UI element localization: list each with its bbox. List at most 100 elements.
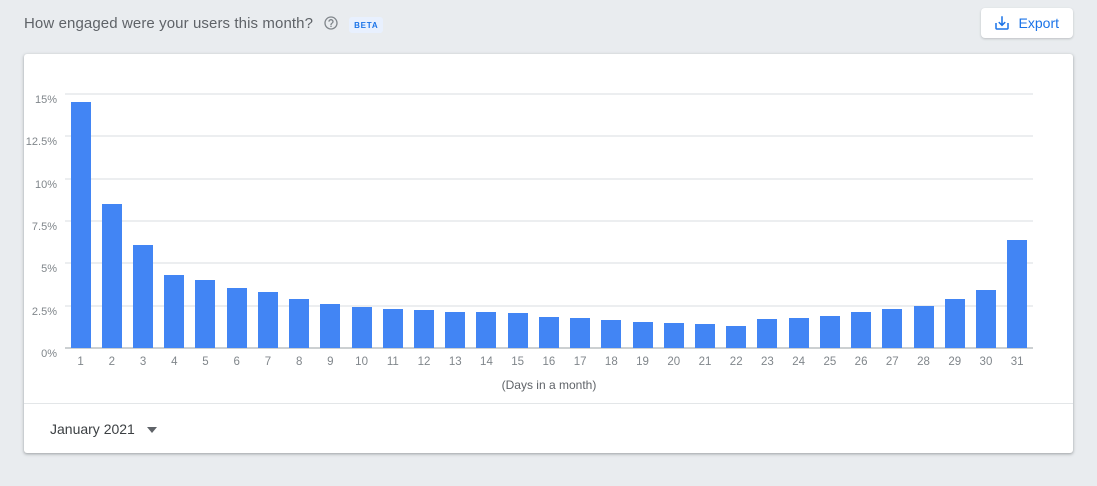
bar-day-26[interactable] bbox=[851, 312, 871, 348]
bar-day-25[interactable] bbox=[820, 316, 840, 348]
y-tick-label: 15% bbox=[17, 94, 57, 106]
bar-slot bbox=[502, 94, 533, 348]
bar-slot bbox=[65, 94, 96, 348]
x-tick-label: 2 bbox=[96, 356, 127, 368]
bar-day-31[interactable] bbox=[1007, 240, 1027, 348]
x-axis-ticks: 1234567891011121314151617181920212223242… bbox=[65, 356, 1033, 368]
bar-slot bbox=[752, 94, 783, 348]
x-tick-label: 19 bbox=[627, 356, 658, 368]
header: How engaged were your users this month? … bbox=[0, 0, 1097, 46]
x-tick-label: 22 bbox=[721, 356, 752, 368]
bar-slot bbox=[533, 94, 564, 348]
bar-day-1[interactable] bbox=[71, 102, 91, 348]
bar-day-28[interactable] bbox=[914, 306, 934, 348]
bar-slot bbox=[721, 94, 752, 348]
bar-day-20[interactable] bbox=[664, 323, 684, 348]
bar-day-2[interactable] bbox=[102, 204, 122, 348]
y-tick-label: 0% bbox=[17, 348, 57, 360]
bar-slot bbox=[440, 94, 471, 348]
y-tick-label: 5% bbox=[17, 263, 57, 275]
bar-day-23[interactable] bbox=[757, 319, 777, 348]
bar-slot bbox=[814, 94, 845, 348]
x-tick-label: 14 bbox=[471, 356, 502, 368]
bar-day-18[interactable] bbox=[601, 320, 621, 348]
export-label: Export bbox=[1019, 15, 1059, 31]
bar-slot bbox=[783, 94, 814, 348]
x-tick-label: 25 bbox=[814, 356, 845, 368]
bar-day-12[interactable] bbox=[414, 310, 434, 348]
bar-day-24[interactable] bbox=[789, 318, 809, 348]
x-tick-label: 20 bbox=[658, 356, 689, 368]
x-tick-label: 7 bbox=[252, 356, 283, 368]
bar-day-9[interactable] bbox=[320, 304, 340, 348]
bar-slot bbox=[1002, 94, 1033, 348]
bar-slot bbox=[284, 94, 315, 348]
bar-day-3[interactable] bbox=[133, 245, 153, 348]
x-tick-label: 4 bbox=[159, 356, 190, 368]
bar-day-30[interactable] bbox=[976, 290, 996, 348]
page-title: How engaged were your users this month? bbox=[24, 15, 313, 32]
month-selector[interactable]: January 2021 bbox=[48, 417, 159, 441]
bar-day-27[interactable] bbox=[882, 309, 902, 348]
bar-slot bbox=[970, 94, 1001, 348]
x-tick-label: 9 bbox=[315, 356, 346, 368]
bar-slot bbox=[377, 94, 408, 348]
x-tick-label: 12 bbox=[408, 356, 439, 368]
bar-day-19[interactable] bbox=[633, 322, 653, 348]
beta-badge: BETA bbox=[349, 17, 383, 33]
x-tick-label: 13 bbox=[440, 356, 471, 368]
x-tick-label: 27 bbox=[877, 356, 908, 368]
bar-day-11[interactable] bbox=[383, 309, 403, 348]
bar-day-21[interactable] bbox=[695, 324, 715, 348]
month-label: January 2021 bbox=[50, 421, 135, 437]
bar-slot bbox=[845, 94, 876, 348]
bar-slot bbox=[471, 94, 502, 348]
x-tick-label: 24 bbox=[783, 356, 814, 368]
x-tick-label: 18 bbox=[596, 356, 627, 368]
bar-day-15[interactable] bbox=[508, 313, 528, 348]
bar-day-13[interactable] bbox=[445, 312, 465, 348]
bar-day-5[interactable] bbox=[195, 280, 215, 348]
x-tick-label: 5 bbox=[190, 356, 221, 368]
x-tick-label: 1 bbox=[65, 356, 96, 368]
bar-slot bbox=[127, 94, 158, 348]
export-button[interactable]: Export bbox=[981, 8, 1073, 38]
x-tick-label: 21 bbox=[689, 356, 720, 368]
bar-slot bbox=[939, 94, 970, 348]
help-icon[interactable] bbox=[323, 15, 339, 31]
bar-slot bbox=[221, 94, 252, 348]
x-tick-label: 15 bbox=[502, 356, 533, 368]
bars bbox=[65, 94, 1033, 348]
bar-slot bbox=[658, 94, 689, 348]
x-tick-label: 29 bbox=[939, 356, 970, 368]
title-group: How engaged were your users this month? … bbox=[24, 14, 383, 33]
chart-card: 0%2.5%5%7.5%10%12.5%15% 1234567891011121… bbox=[24, 54, 1073, 453]
bar-day-17[interactable] bbox=[570, 318, 590, 348]
x-tick-label: 31 bbox=[1002, 356, 1033, 368]
bar-chart: 0%2.5%5%7.5%10%12.5%15% 1234567891011121… bbox=[65, 94, 1033, 348]
x-tick-label: 28 bbox=[908, 356, 939, 368]
bar-slot bbox=[408, 94, 439, 348]
bar-slot bbox=[908, 94, 939, 348]
bar-day-14[interactable] bbox=[476, 312, 496, 348]
bar-day-29[interactable] bbox=[945, 299, 965, 348]
bar-slot bbox=[877, 94, 908, 348]
x-tick-label: 17 bbox=[565, 356, 596, 368]
y-tick-label: 12.5% bbox=[17, 136, 57, 148]
bar-day-10[interactable] bbox=[352, 307, 372, 348]
bar-slot bbox=[190, 94, 221, 348]
x-tick-label: 23 bbox=[752, 356, 783, 368]
bar-day-6[interactable] bbox=[227, 288, 247, 348]
bar-day-8[interactable] bbox=[289, 299, 309, 348]
x-tick-label: 3 bbox=[127, 356, 158, 368]
bar-day-16[interactable] bbox=[539, 317, 559, 348]
bar-slot bbox=[596, 94, 627, 348]
x-tick-label: 6 bbox=[221, 356, 252, 368]
bar-day-7[interactable] bbox=[258, 292, 278, 348]
bar-day-22[interactable] bbox=[726, 326, 746, 348]
bar-slot bbox=[627, 94, 658, 348]
bar-slot bbox=[96, 94, 127, 348]
page: How engaged were your users this month? … bbox=[0, 0, 1097, 486]
y-tick-label: 10% bbox=[17, 179, 57, 191]
bar-day-4[interactable] bbox=[164, 275, 184, 348]
